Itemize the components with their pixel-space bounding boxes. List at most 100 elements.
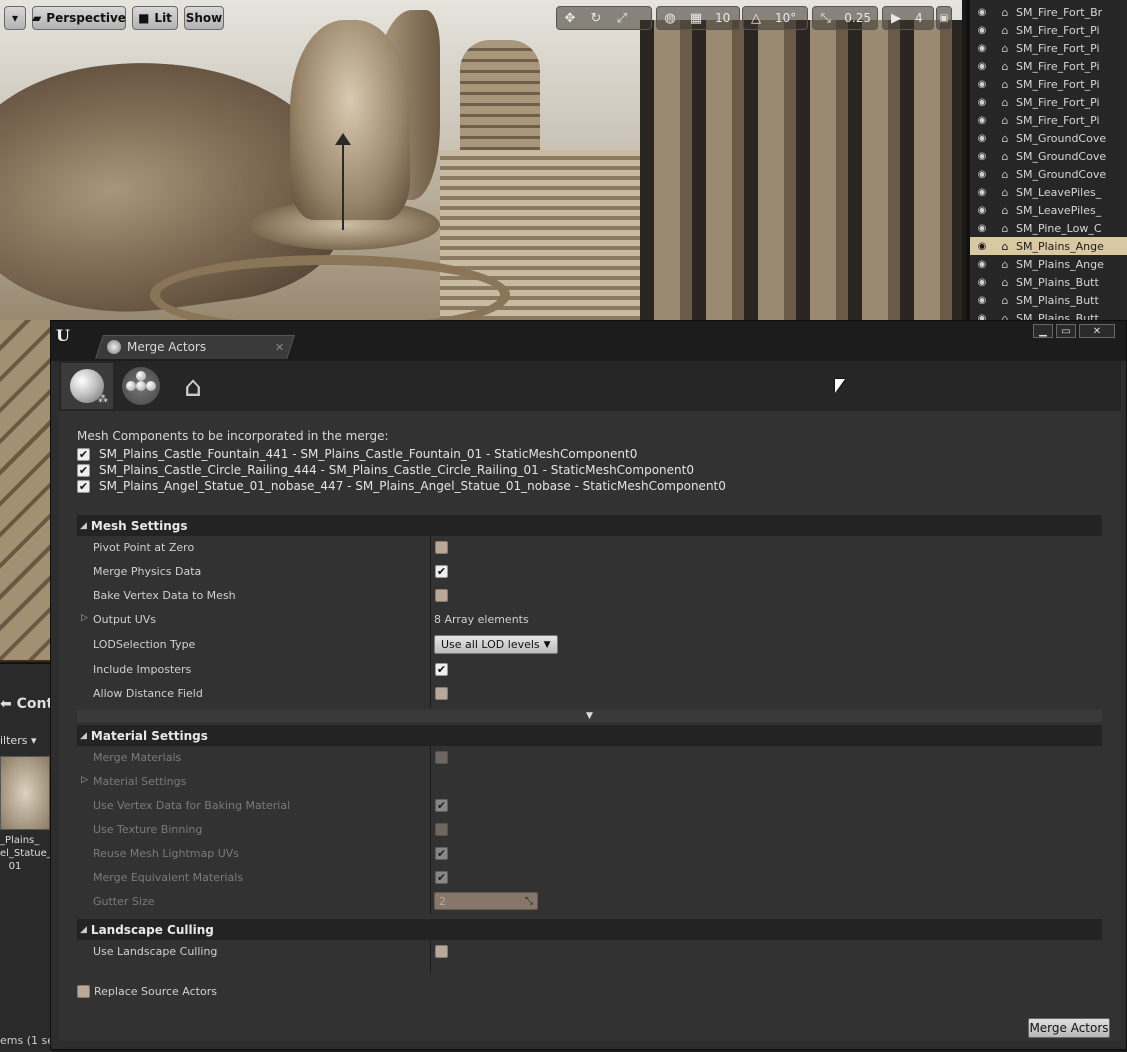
translate-icon[interactable]: ✥ [557, 7, 583, 29]
visibility-eye-icon[interactable]: ◉ [970, 295, 994, 306]
replace-source-actors[interactable]: ✔ Replace Source Actors [77, 985, 217, 998]
viewport-options-button[interactable]: ▾ [4, 6, 26, 30]
content-browser-status: ems (1 se [0, 1034, 54, 1047]
outliner-row[interactable]: ◉ ⌂ SM_Plains_Ange [970, 255, 1127, 273]
component-row[interactable]: ✔ SM_Plains_Angel_Statue_01_nobase_447 -… [77, 479, 726, 493]
proxy-mode-button[interactable] [115, 363, 167, 409]
outliner-row[interactable]: ◉ ⌂ SM_Fire_Fort_Pi [970, 75, 1127, 93]
visibility-eye-icon[interactable]: ◉ [970, 187, 994, 198]
lod-selection-dropdown[interactable]: Use all LOD levels ▼ [434, 635, 558, 654]
scale-icon[interactable]: ⤢ [609, 7, 635, 29]
outliner-row[interactable]: ◉ ⌂ SM_Fire_Fort_Br [970, 3, 1127, 21]
merge-mode-button[interactable]: ⁂ [61, 363, 113, 409]
visibility-eye-icon[interactable]: ◉ [970, 169, 994, 180]
include-imposters-checkbox[interactable]: ✔ [435, 663, 448, 676]
visibility-eye-icon[interactable]: ◉ [970, 79, 994, 90]
pivot-point-checkbox[interactable]: ✔ [435, 541, 448, 554]
visibility-eye-icon[interactable]: ◉ [970, 97, 994, 108]
visibility-eye-icon[interactable]: ◉ [970, 277, 994, 288]
merge-materials-checkbox[interactable]: ✔ [435, 751, 448, 764]
merge-physics-checkbox[interactable]: ✔ [435, 565, 448, 578]
show-flags-button[interactable]: Show [184, 6, 224, 30]
camera-speed-icon[interactable]: ▶ [883, 7, 909, 29]
transform-gizmo-z-axis[interactable] [342, 140, 344, 230]
outliner-row[interactable]: ◉ ⌂ SM_Plains_Butt [970, 273, 1127, 291]
maximize-viewport-button[interactable]: ▣ [936, 6, 952, 30]
outliner-row[interactable]: ◉ ⌂ SM_Fire_Fort_Pi [970, 21, 1127, 39]
rotate-icon[interactable]: ↻ [583, 7, 609, 29]
replace-source-checkbox[interactable]: ✔ [77, 985, 90, 998]
perspective-button[interactable]: ▰ Perspective [32, 6, 126, 30]
view-mode-button[interactable]: ■ Lit [132, 6, 178, 30]
visibility-eye-icon[interactable]: ◉ [970, 133, 994, 144]
visibility-eye-icon[interactable]: ◉ [970, 223, 994, 234]
advanced-toggle[interactable]: ▼ [77, 710, 1102, 722]
outliner-row[interactable]: ◉ ⌂ SM_LeavePiles_ [970, 183, 1127, 201]
outliner-row[interactable]: ◉ ⌂ SM_GroundCove [970, 129, 1127, 147]
use-vertex-data-checkbox[interactable]: ✔ [435, 799, 448, 812]
visibility-eye-icon[interactable]: ◉ [970, 25, 994, 36]
mesh-settings-header[interactable]: ◢ Mesh Settings [77, 515, 1102, 536]
landscape-culling-header[interactable]: ◢ Landscape Culling [77, 919, 1102, 940]
angle-icon[interactable]: △ [743, 7, 769, 29]
component-row[interactable]: ✔ SM_Plains_Castle_Fountain_441 - SM_Pla… [77, 447, 637, 461]
merge-actors-button[interactable]: Merge Actors [1028, 1018, 1110, 1038]
static-mesh-icon: ⌂ [1001, 131, 1009, 145]
camera-speed-value[interactable]: 4 [909, 11, 929, 25]
rotation-snap-value[interactable]: 10° [769, 11, 802, 25]
visibility-eye-icon[interactable]: ◉ [970, 43, 994, 54]
allow-distance-field-label: Allow Distance Field [93, 687, 203, 700]
filters-button[interactable]: ilters ▾ [0, 734, 36, 747]
visibility-eye-icon[interactable]: ◉ [970, 151, 994, 162]
tab-close-icon[interactable]: ✕ [275, 341, 284, 354]
outliner-row[interactable]: ◉ ⌂ SM_Plains_Ange [970, 237, 1127, 255]
gutter-size-value: 2 [439, 894, 446, 908]
outliner-row[interactable]: ◉ ⌂ SM_Fire_Fort_Pi [970, 39, 1127, 57]
grid-icon[interactable]: ▦ [683, 7, 709, 29]
visibility-eye-icon[interactable]: ◉ [970, 7, 994, 18]
scale-snap-value[interactable]: 0.25 [838, 11, 877, 25]
instance-mode-button[interactable]: ⌂ [167, 363, 219, 409]
expand-arrow-icon[interactable]: ▷ [81, 613, 88, 623]
grid-snap-value[interactable]: 10 [709, 11, 736, 25]
component-checkbox[interactable]: ✔ [77, 479, 90, 493]
outliner-row[interactable]: ◉ ⌂ SM_Fire_Fort_Pi [970, 57, 1127, 75]
transform-gizmo-arrow[interactable] [335, 133, 351, 145]
component-row[interactable]: ✔ SM_Plains_Castle_Circle_Railing_444 - … [77, 463, 694, 477]
component-checkbox[interactable]: ✔ [77, 447, 90, 461]
visibility-eye-icon[interactable]: ◉ [970, 61, 994, 72]
use-texture-binning-checkbox[interactable]: ✔ [435, 823, 448, 836]
reuse-lightmap-checkbox[interactable]: ✔ [435, 847, 448, 860]
visibility-eye-icon[interactable]: ◉ [970, 115, 994, 126]
world-icon[interactable]: ◍ [657, 7, 683, 29]
expand-arrow-icon[interactable]: ▷ [81, 775, 88, 785]
visibility-eye-icon[interactable]: ◉ [970, 205, 994, 216]
dropdown-arrow-icon: ▼ [543, 639, 551, 650]
content-browser-tab[interactable]: ⬅ Cont [0, 696, 53, 712]
outliner-row[interactable]: ◉ ⌂ SM_Fire_Fort_Pi [970, 93, 1127, 111]
outliner-row[interactable]: ◉ ⌂ SM_GroundCove [970, 165, 1127, 183]
include-imposters-label: Include Imposters [93, 663, 192, 676]
minimize-button[interactable]: ▁ [1033, 324, 1053, 338]
window-titlebar[interactable]: U ▁ ▭ ✕ Merge Actors ✕ [51, 321, 1126, 361]
outliner-row[interactable]: ◉ ⌂ SM_Fire_Fort_Pi [970, 111, 1127, 129]
allow-distance-field-checkbox[interactable]: ✔ [435, 687, 448, 700]
scale-snap-icon[interactable]: ⤡ [813, 7, 838, 29]
asset-thumbnail[interactable] [0, 756, 50, 830]
outliner-row[interactable]: ◉ ⌂ SM_Plains_Butt [970, 291, 1127, 309]
material-settings-header[interactable]: ◢ Material Settings [77, 725, 1102, 746]
outliner-row[interactable]: ◉ ⌂ SM_GroundCove [970, 147, 1127, 165]
outliner-row[interactable]: ◉ ⌂ SM_LeavePiles_ [970, 201, 1127, 219]
close-button[interactable]: ✕ [1079, 324, 1115, 338]
visibility-eye-icon[interactable]: ◉ [970, 241, 994, 252]
component-checkbox[interactable]: ✔ [77, 463, 90, 477]
merge-equivalent-checkbox[interactable]: ✔ [435, 871, 448, 884]
use-landscape-culling-checkbox[interactable]: ✔ [435, 945, 448, 958]
gutter-size-spinbox[interactable]: 2 ⤡ [434, 892, 538, 910]
merge-actors-tab[interactable]: Merge Actors ✕ [107, 335, 287, 359]
visibility-eye-icon[interactable]: ◉ [970, 259, 994, 270]
bake-vertex-checkbox[interactable]: ✔ [435, 589, 448, 602]
viewport-angel-statue[interactable] [290, 20, 410, 220]
outliner-row[interactable]: ◉ ⌂ SM_Pine_Low_C [970, 219, 1127, 237]
maximize-button[interactable]: ▭ [1056, 324, 1076, 338]
